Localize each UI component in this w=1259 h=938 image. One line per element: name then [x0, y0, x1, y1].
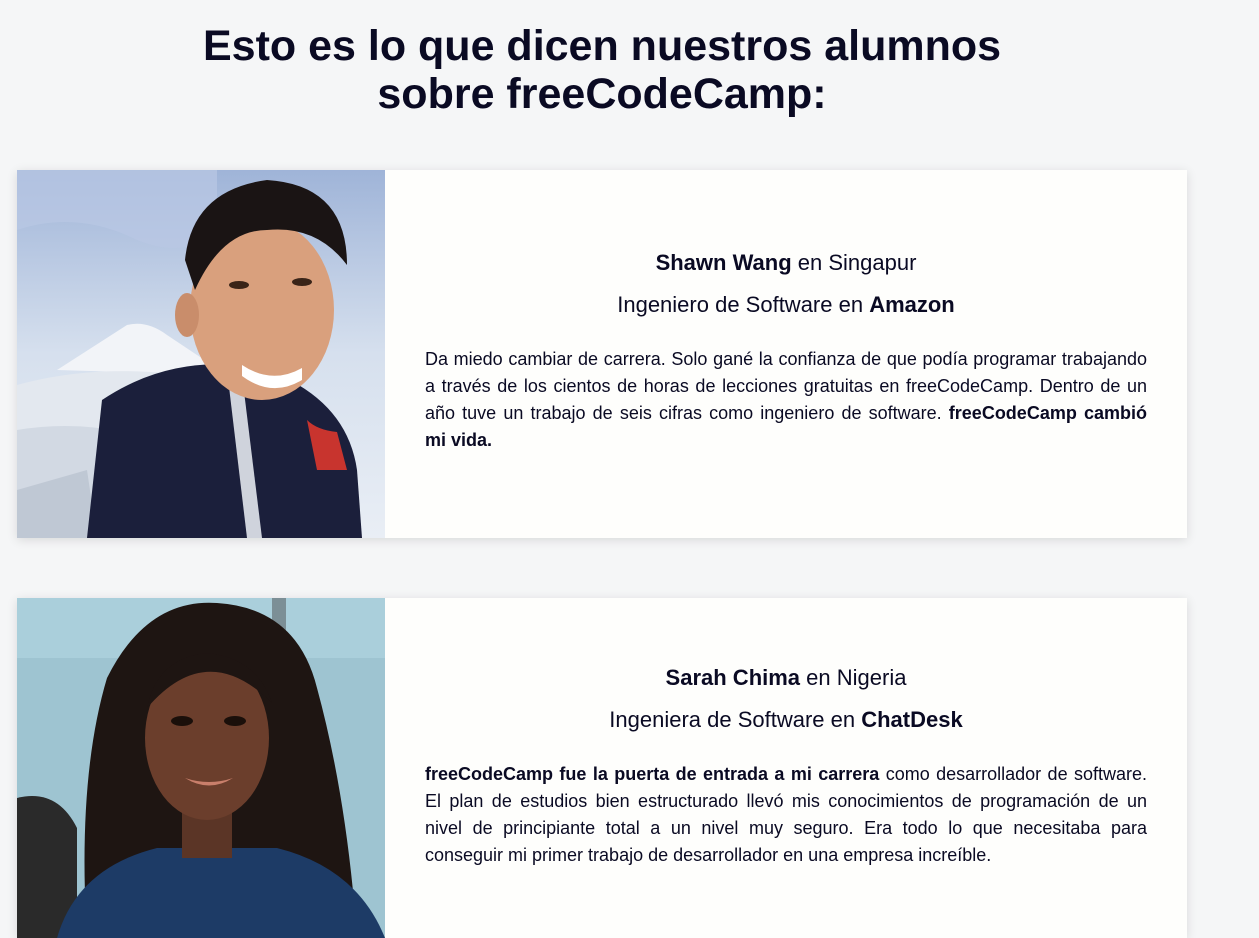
author-company: ChatDesk: [861, 707, 963, 732]
location-prefix: en: [791, 250, 829, 275]
testimonial-content: Sarah Chima en Nigeria Ingeniera de Soft…: [385, 598, 1187, 938]
testimonial-role: Ingeniera de Software en ChatDesk: [425, 705, 1147, 735]
testimonial-photo-sarah-chima: [17, 598, 385, 938]
author-name: Shawn Wang: [655, 250, 792, 275]
role-title: Ingeniero de Software en: [617, 292, 870, 317]
author-location: Nigeria: [836, 665, 907, 690]
testimonial-photo-shawn-wang: [17, 170, 385, 538]
testimonial-role: Ingeniero de Software en Amazon: [425, 290, 1147, 320]
testimonial-quote: freeCodeCamp fue la puerta de entrada a …: [425, 761, 1147, 869]
testimonial-author: Shawn Wang en Singapur: [425, 248, 1147, 278]
testimonial-card-shawn-wang: Shawn Wang en Singapur Ingeniero de Soft…: [17, 170, 1187, 538]
testimonial-card-sarah-chima: Sarah Chima en Nigeria Ingeniera de Soft…: [17, 598, 1187, 938]
role-title: Ingeniera de Software en: [609, 707, 862, 732]
page-heading: Esto es lo que dicen nuestros alumnos so…: [17, 22, 1187, 118]
testimonial-author: Sarah Chima en Nigeria: [425, 663, 1147, 693]
location-prefix: en: [800, 665, 837, 690]
testimonial-content: Shawn Wang en Singapur Ingeniero de Soft…: [385, 170, 1187, 538]
testimonial-quote: Da miedo cambiar de carrera. Solo gané l…: [425, 346, 1147, 454]
page-heading-line2: sobre freeCodeCamp:: [377, 70, 827, 118]
author-company: Amazon: [869, 292, 955, 317]
author-location: Singapur: [828, 250, 917, 275]
page-heading-line1: Esto es lo que dicen nuestros alumnos: [202, 22, 1002, 70]
quote-part-bold: freeCodeCamp fue la puerta de entrada a …: [425, 764, 880, 784]
author-name: Sarah Chima: [665, 665, 801, 690]
